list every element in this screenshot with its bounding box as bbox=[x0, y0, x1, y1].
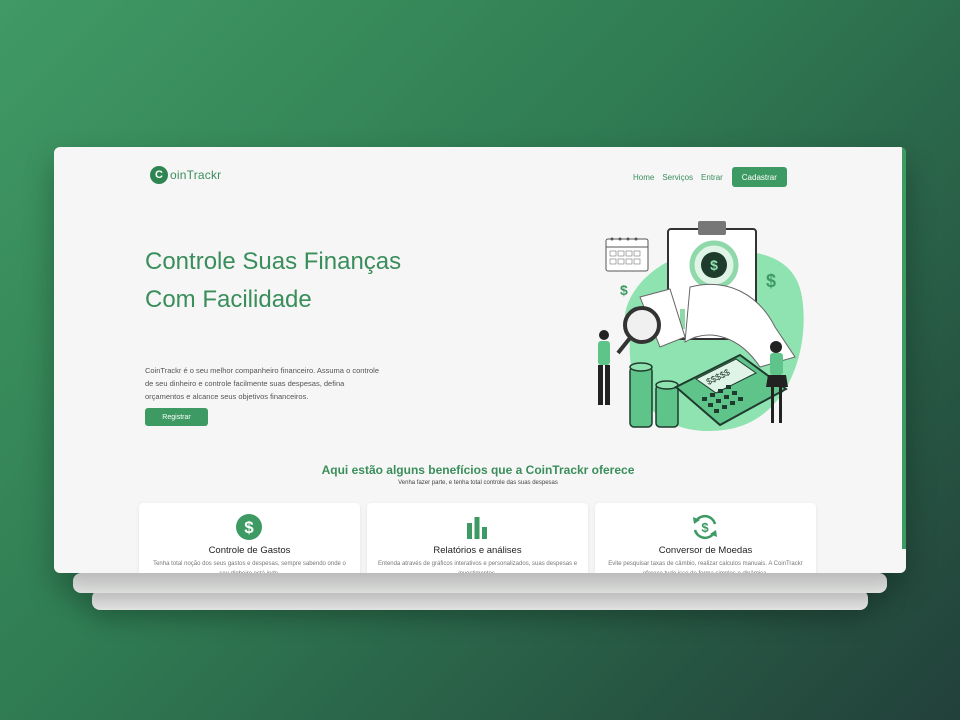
brand-name: oinTrackr bbox=[170, 168, 222, 182]
bar-chart-icon bbox=[467, 517, 487, 539]
floating-dollar-icon: $ bbox=[766, 271, 776, 291]
brand-logo[interactable]: C oinTrackr bbox=[150, 166, 221, 184]
benefits-title: Aqui estão alguns benefícios que a CoinT… bbox=[321, 463, 635, 477]
benefits-subtitle: Venha fazer parte, e tenha total control… bbox=[398, 480, 558, 486]
scrollbar[interactable] bbox=[902, 147, 906, 549]
benefit-card-gastos[interactable]: $ Controle de Gastos Tenha total noção d… bbox=[139, 503, 360, 573]
hero-title: Controle Suas Finanças Com Facilidade bbox=[145, 248, 402, 313]
currency-exchange-icon: $ bbox=[693, 514, 717, 540]
nav-servicos[interactable]: Serviços bbox=[662, 173, 693, 182]
dollar-circle-icon: $ bbox=[236, 514, 262, 540]
cadastrar-button[interactable]: Cadastrar bbox=[731, 167, 787, 187]
browser-window: C oinTrackr Home Serviços Entrar Cadastr… bbox=[54, 147, 906, 573]
card-text: Entenda através de gráficos interativos … bbox=[377, 561, 578, 573]
registrar-button[interactable]: Registrar bbox=[145, 408, 208, 426]
hero-description: CoinTrackr é o seu melhor companheiro fi… bbox=[145, 366, 380, 401]
card-title: Controle de Gastos bbox=[208, 545, 291, 556]
logo-coin-icon: C bbox=[150, 166, 168, 184]
calendar-icon bbox=[605, 237, 649, 272]
svg-text:$: $ bbox=[701, 520, 709, 535]
card-text: Tenha total noção dos seus gastos e desp… bbox=[153, 561, 346, 573]
stacked-window-shadow-back bbox=[92, 590, 868, 610]
card-title: Conversor de Moedas bbox=[658, 545, 753, 556]
nav-entrar[interactable]: Entrar bbox=[701, 173, 723, 182]
floating-dollar-icon: $ bbox=[620, 282, 628, 298]
svg-text:$: $ bbox=[710, 257, 718, 273]
hero-finance-illustration: $ $ $ $$$$$ bbox=[598, 221, 804, 432]
nav-home[interactable]: Home bbox=[633, 173, 654, 182]
stacked-window-shadow-middle bbox=[73, 573, 887, 593]
main-nav: Home Serviços Entrar Cadastrar bbox=[633, 167, 787, 187]
benefit-card-relatorios[interactable]: Relatórios e análises Entenda através de… bbox=[367, 503, 588, 573]
man-figure bbox=[598, 330, 610, 405]
benefit-card-conversor[interactable]: $ Conversor de Moedas Evite pesquisar ta… bbox=[595, 503, 816, 573]
svg-text:$: $ bbox=[244, 518, 254, 537]
card-title: Relatórios e análises bbox=[433, 545, 522, 556]
card-text: Evite pesquisar taxas de câmbio, realiza… bbox=[608, 561, 803, 573]
